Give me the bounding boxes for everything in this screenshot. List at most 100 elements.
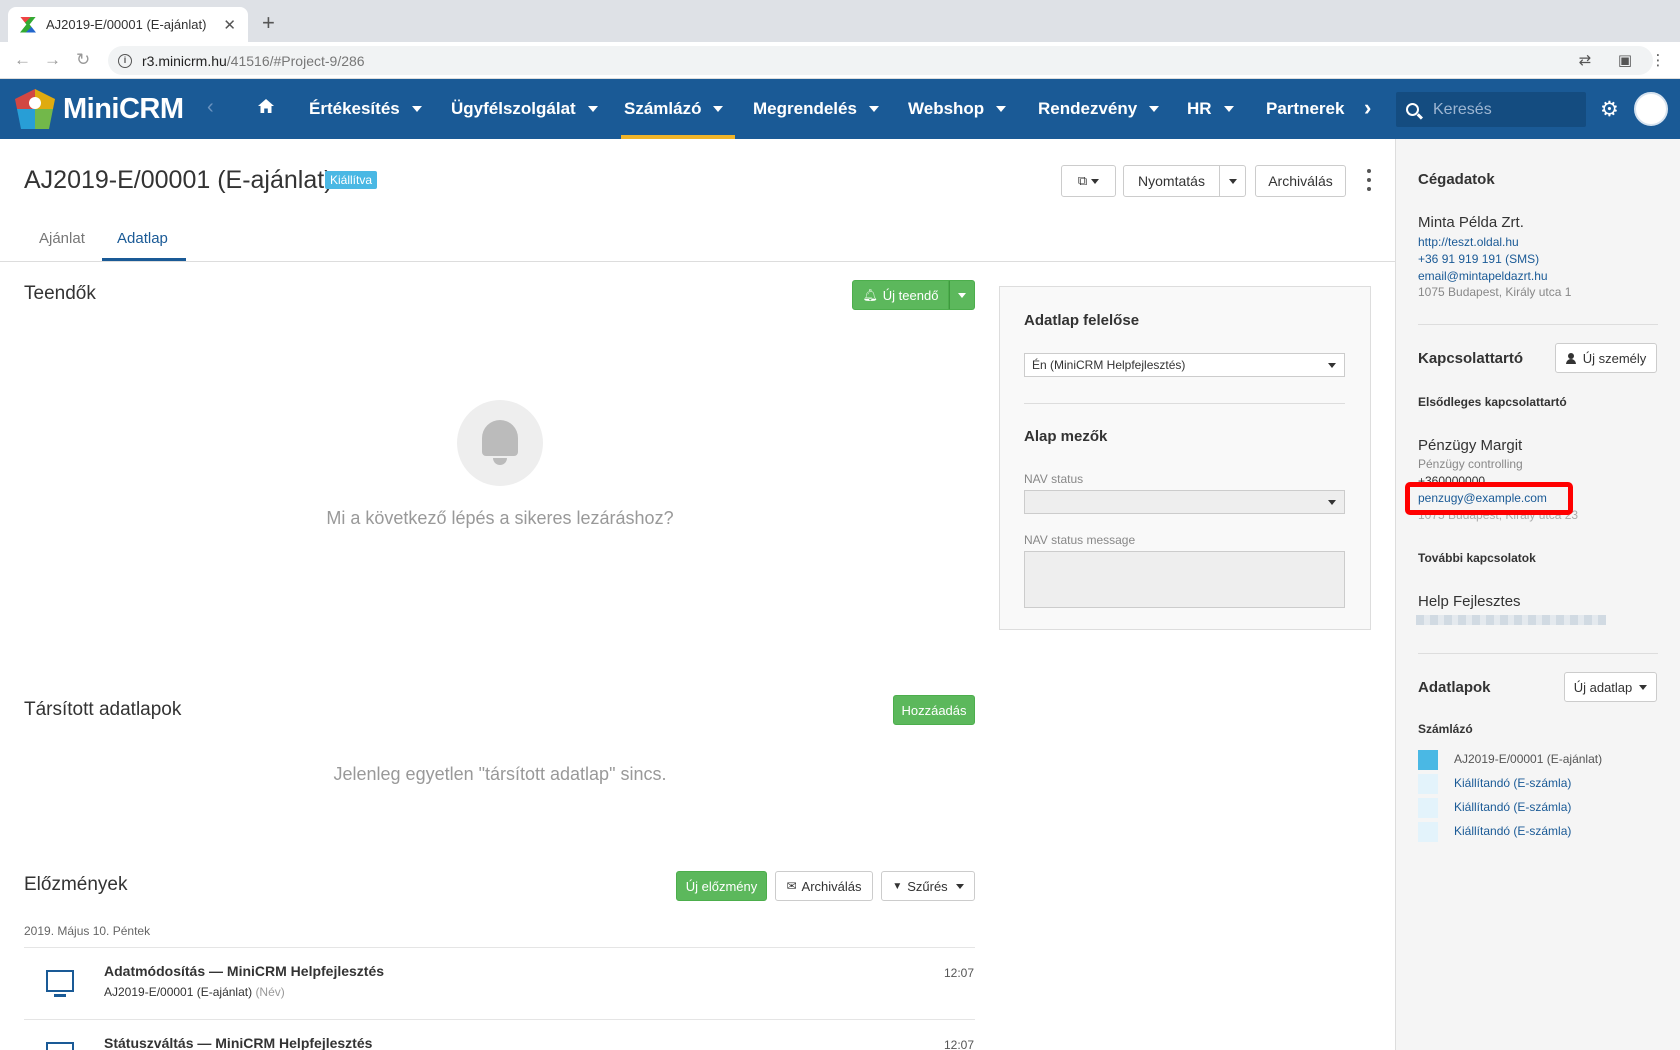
print-dropdown-button[interactable]	[1219, 165, 1246, 197]
nav-status-message-label: NAV status message	[1024, 533, 1136, 547]
caret-down-icon	[996, 106, 1007, 112]
url-host: r3.minicrm.hu	[142, 52, 227, 69]
nav-webshop[interactable]: Webshop	[908, 79, 1007, 139]
company-website-link[interactable]: http://teszt.oldal.hu	[1418, 235, 1519, 249]
nav-ugyfelszolgalat[interactable]: Ügyfélszolgálat	[451, 79, 598, 139]
divider	[1418, 653, 1658, 654]
history-title: Előzmények	[24, 874, 128, 895]
record-item-link[interactable]: Kiállítandó (E-számla)	[1454, 776, 1571, 790]
main-content: AJ2019-E/00001 (E-ajánlat) Kiállítva ⧉ N…	[0, 139, 1395, 1050]
search-placeholder: Keresés	[1433, 100, 1492, 118]
contact-phone[interactable]: +360000000	[1418, 474, 1485, 482]
bell-icon: 🔔︎	[862, 288, 878, 302]
browser-tab-bar: AJ2019-E/00001 (E-ajánlat) ✕ +	[0, 0, 1680, 42]
contact-title: Kapcsolattartó	[1418, 350, 1524, 367]
new-todo-dropdown-button[interactable]	[949, 280, 975, 310]
right-sidebar: Cégadatok Minta Példa Zrt. http://teszt.…	[1395, 139, 1680, 1050]
new-person-label: Új személy	[1582, 350, 1647, 366]
nav-status-select[interactable]	[1024, 490, 1345, 514]
site-info-icon[interactable]: i	[118, 53, 132, 68]
nav-szamlazo[interactable]: Számlázó	[620, 79, 737, 139]
contact-role: Pénzügy controlling	[1418, 457, 1523, 471]
minicrm-logo-icon	[15, 89, 55, 129]
avatar[interactable]	[1634, 92, 1668, 126]
history-entry-time: 12:07	[944, 966, 975, 980]
nav-megrendeles[interactable]: Megrendelés	[753, 79, 879, 139]
divider	[24, 947, 975, 948]
gear-icon[interactable]: ⚙	[1600, 97, 1619, 122]
browser-menu-icon[interactable]: ⋮	[1649, 51, 1667, 69]
nav-scroll-left-icon[interactable]: ‹	[207, 96, 214, 119]
history-archive-button[interactable]: ✉ Archiválás	[775, 871, 873, 901]
nav-ertekesites[interactable]: Értékesítés	[309, 79, 422, 139]
bell-empty-icon	[457, 400, 543, 486]
minicrm-logo[interactable]: MiniCRM	[15, 85, 184, 133]
print-button[interactable]: Nyomtatás	[1123, 165, 1220, 197]
url-field[interactable]: i r3.minicrm.hu/41516/#Project-9/286	[108, 46, 1653, 75]
history-entry-time: 12:07	[944, 1038, 975, 1050]
envelope-icon: ✉	[786, 879, 797, 893]
primary-contact-label: Elsődleges kapcsolattartó	[1418, 395, 1567, 409]
record-status-square	[1418, 798, 1438, 818]
record-item-current[interactable]: AJ2019-E/00001 (E-ajánlat)	[1454, 752, 1602, 766]
caret-down-icon	[955, 883, 964, 889]
archive-button[interactable]: Archiválás	[1255, 165, 1346, 197]
browser-tab[interactable]: AJ2019-E/00001 (E-ajánlat) ✕	[8, 7, 248, 42]
company-name[interactable]: Minta Példa Zrt.	[1418, 214, 1524, 231]
print-label: Nyomtatás	[1138, 173, 1205, 189]
tab-ajanlat[interactable]: Ajánlat	[39, 230, 85, 247]
copy-dropdown-button[interactable]: ⧉	[1061, 165, 1116, 197]
owner-select[interactable]: Én (MiniCRM Helpfejlesztés)	[1024, 353, 1345, 377]
nav-partnerek[interactable]: Partnerek	[1266, 79, 1344, 139]
caret-down-icon	[1328, 363, 1336, 368]
back-icon[interactable]: ←	[14, 50, 31, 70]
new-tab-icon[interactable]: +	[262, 10, 275, 36]
tab-adatlap[interactable]: Adatlap	[117, 230, 168, 247]
record-status-square	[1418, 750, 1438, 770]
more-options-icon[interactable]	[1366, 169, 1372, 191]
record-item-link[interactable]: Kiállítandó (E-számla)	[1454, 800, 1571, 814]
add-linked-button[interactable]: Hozzáadás	[893, 695, 975, 725]
new-person-button[interactable]: Új személy	[1555, 343, 1657, 373]
reload-icon[interactable]: ↻	[76, 50, 90, 70]
close-tab-icon[interactable]: ✕	[223, 16, 236, 34]
url-path: /41516/#Project-9/286	[226, 52, 365, 69]
history-archive-label: Archiválás	[801, 878, 862, 894]
nav-hr[interactable]: HR	[1187, 79, 1234, 139]
home-icon[interactable]	[258, 99, 274, 113]
company-email-link[interactable]: email@mintapeldazrt.hu	[1418, 269, 1548, 283]
company-phone-link[interactable]: +36 91 919 191 (SMS)	[1418, 252, 1539, 266]
contact-name[interactable]: Pénzügy Margit	[1418, 437, 1522, 454]
company-address: 1075 Budapest, Király utca 1	[1418, 285, 1572, 299]
history-entry-subtitle: AJ2019-E/00001 (E-ajánlat) (Név)	[104, 985, 285, 999]
owner-panel: Adatlap felelőse Én (MiniCRM Helpfejlesz…	[999, 286, 1371, 630]
linked-records-title: Társított adatlapok	[24, 699, 182, 720]
redacted-contact-info	[1416, 615, 1606, 625]
address-bar: ← → ↻ i r3.minicrm.hu/41516/#Project-9/2…	[0, 42, 1680, 79]
nav-scroll-right-icon[interactable]: ›	[1364, 95, 1371, 121]
divider	[24, 1019, 975, 1020]
forward-icon[interactable]: →	[44, 50, 61, 70]
translate-icon[interactable]: ⇄	[1576, 51, 1594, 69]
history-entry-record: AJ2019-E/00001 (E-ajánlat)	[104, 985, 253, 999]
nav-rendezveny[interactable]: Rendezvény	[1038, 79, 1160, 139]
more-contact-name[interactable]: Help Fejlesztes	[1418, 593, 1521, 610]
nav-label: Rendezvény	[1038, 99, 1138, 118]
nav-label: Számlázó	[624, 99, 702, 118]
nav-status-message-field[interactable]	[1024, 551, 1345, 608]
new-record-button[interactable]: Új adatlap	[1564, 672, 1657, 702]
filter-button[interactable]: ▼ Szűrés	[881, 871, 975, 901]
monitor-chart-icon	[46, 970, 74, 997]
new-todo-button[interactable]: 🔔︎ Új teendő	[852, 280, 949, 310]
record-item-link[interactable]: Kiállítandó (E-számla)	[1454, 824, 1571, 838]
history-date: 2019. Május 10. Péntek	[24, 924, 151, 938]
history-entry-note: (Név)	[255, 985, 285, 999]
clipboard-icon[interactable]: ▣	[1616, 51, 1634, 69]
search-input[interactable]: Keresés	[1396, 92, 1586, 127]
caret-down-icon	[1091, 178, 1100, 184]
brand-name: MiniCRM	[63, 92, 184, 125]
add-label: Hozzáadás	[901, 702, 967, 718]
new-history-button[interactable]: Új előzmény	[676, 871, 767, 901]
archive-label: Archiválás	[1268, 173, 1333, 189]
divider	[1418, 324, 1658, 325]
